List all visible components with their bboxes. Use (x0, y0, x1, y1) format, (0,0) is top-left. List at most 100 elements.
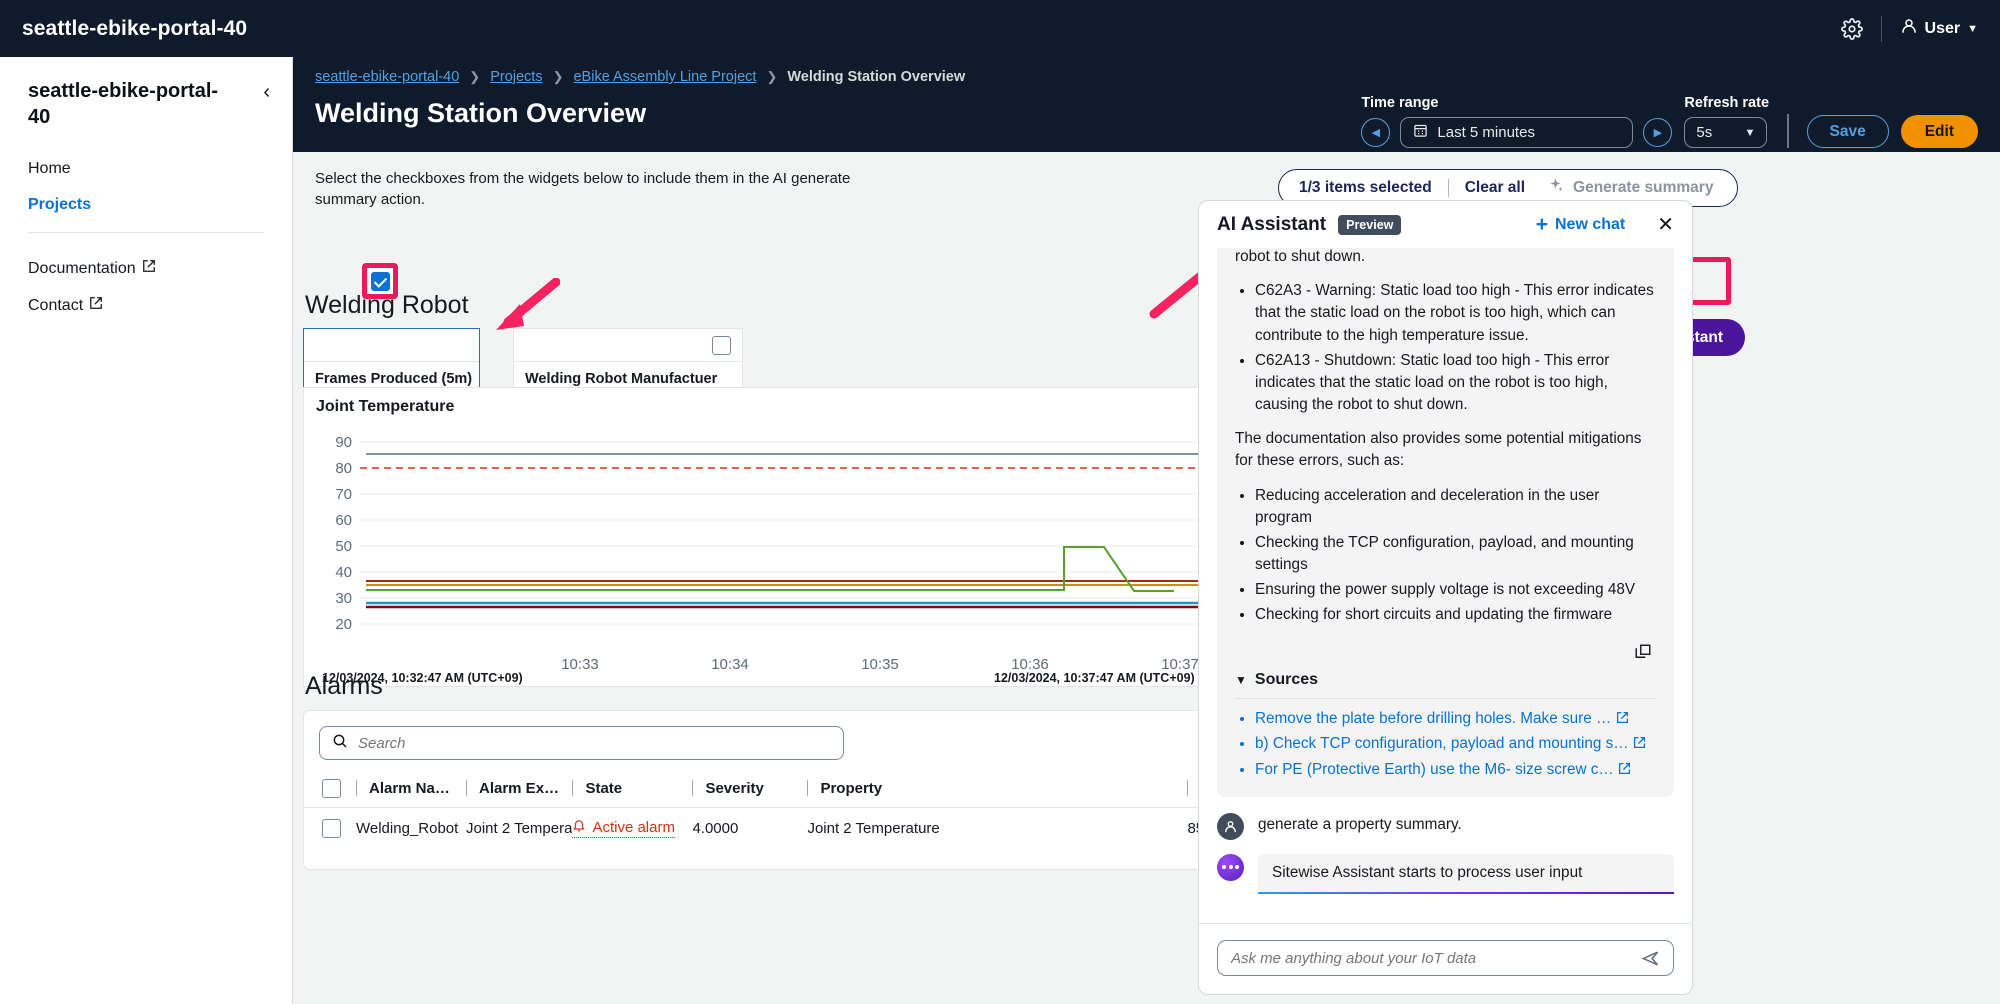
generate-summary-button[interactable]: Generate summary (1525, 177, 1733, 199)
chevron-down-icon: ▼ (1744, 126, 1756, 139)
bot-status-text: Sitewise Assistant starts to process use… (1258, 853, 1674, 892)
calendar-icon (1413, 123, 1428, 142)
widget-label: Frames Produced (5m) (315, 371, 473, 387)
chevron-right-icon: ❯ (469, 69, 481, 84)
cell-state: Active alarm (572, 808, 692, 849)
x-tick-1035: 10:35 (861, 656, 899, 673)
sources-label: Sources (1254, 670, 1319, 688)
widget-label: Welding Robot Manufactuer (525, 371, 718, 387)
ai-panel-title: AI Assistant (1217, 213, 1327, 235)
sidebar-item-label: Projects (28, 196, 92, 214)
refresh-rate-select[interactable]: 5s ▼ (1684, 117, 1768, 148)
column-state[interactable]: State (572, 770, 693, 808)
caret-down-icon: ▼ (1235, 672, 1247, 687)
top-bar: seattle-ebike-portal-40 User ▼ (0, 0, 2000, 57)
copy-icon[interactable] (1235, 633, 1656, 665)
widget-select-checkbox[interactable] (712, 336, 731, 355)
y-tick-50: 50 (335, 538, 352, 555)
column-property[interactable]: Property (807, 770, 1188, 808)
x-tick-1033: 10:33 (561, 656, 599, 673)
source-link[interactable]: b) Check TCP configuration, payload and … (1255, 733, 1656, 755)
sidebar-item-contact[interactable]: Contact (28, 296, 264, 315)
ai-panel-header: AI Assistant Preview + New chat ✕ (1199, 201, 1692, 248)
chevron-right-icon: ❯ (766, 69, 778, 84)
bell-alarm-icon (572, 818, 586, 837)
assistant-avatar-icon (1217, 853, 1244, 881)
alarms-search-box[interactable] (319, 726, 844, 760)
breadcrumb-item-projects[interactable]: Projects (490, 69, 542, 85)
sidebar-collapse-icon[interactable]: ‹ (263, 82, 270, 102)
source-link[interactable]: Remove the plate before drilling holes. … (1255, 708, 1656, 730)
clear-all-button[interactable]: Clear all (1465, 179, 1525, 197)
y-tick-20: 20 (335, 616, 352, 633)
time-range-group: Time range ◀ Last 5 minutes ▶ (1361, 95, 1673, 148)
source-link[interactable]: For PE (Protective Earth) use the M6- si… (1255, 759, 1656, 781)
ask-input-box[interactable] (1217, 940, 1674, 976)
generate-summary-label: Generate summary (1573, 179, 1714, 196)
user-message-row: generate a property summary. (1217, 797, 1674, 840)
user-icon (1900, 17, 1918, 40)
topbar-divider (1880, 15, 1882, 42)
chart-end-timestamp: 12/03/2024, 10:37:47 AM (UTC+09) (994, 671, 1195, 685)
mitigation-bullet-list: Reducing acceleration and deceleration i… (1255, 485, 1656, 627)
x-tick-1034: 10:34 (711, 656, 749, 673)
widget-checkbox-row (304, 329, 479, 362)
column-severity[interactable]: Severity (692, 770, 808, 808)
page-header: seattle-ebike-portal-40 ❯ Projects ❯ eBi… (293, 57, 2000, 152)
preview-badge: Preview (1338, 214, 1402, 235)
breadcrumb-item-portal[interactable]: seattle-ebike-portal-40 (315, 69, 459, 85)
close-icon[interactable]: ✕ (1657, 215, 1674, 235)
external-link-icon (1618, 761, 1631, 778)
new-chat-button[interactable]: + New chat (1536, 214, 1626, 235)
alarms-search-input[interactable] (358, 734, 831, 752)
sidebar-item-home[interactable]: Home (28, 160, 264, 178)
ask-input[interactable] (1231, 949, 1631, 967)
y-tick-90: 90 (335, 434, 352, 451)
main-content: seattle-ebike-portal-40 ❯ Projects ❯ eBi… (293, 57, 2000, 1004)
sources-divider (1235, 697, 1656, 699)
column-alarm-expression[interactable]: Alarm Ex… (466, 770, 573, 808)
send-icon[interactable] (1641, 949, 1660, 968)
user-menu[interactable]: User ▼ (1900, 17, 1978, 40)
y-tick-60: 60 (335, 512, 352, 529)
clipped-top-text: robot to shut down. (1235, 248, 1366, 265)
chart-title: Joint Temperature (316, 398, 455, 415)
sources-toggle[interactable]: ▼ Sources (1235, 671, 1656, 689)
external-link-icon (1633, 735, 1646, 752)
ai-panel-footer (1199, 923, 1692, 994)
ai-chat-body[interactable]: robot to shut down. C62A3 - Warning: Sta… (1199, 248, 1692, 923)
widget-select-checkbox[interactable] (370, 271, 390, 291)
list-item: C62A3 - Warning: Static load too high - … (1255, 280, 1656, 347)
row-checkbox-cell (304, 808, 356, 849)
time-range-select[interactable]: Last 5 minutes (1400, 117, 1634, 148)
widget-checkbox-row (514, 329, 742, 362)
gear-icon[interactable] (1840, 17, 1863, 40)
sidebar-title: seattle-ebike-portal-40 (28, 80, 219, 128)
header-divider (1787, 114, 1789, 148)
y-tick-70: 70 (335, 486, 352, 503)
selection-toolbar: Select the checkboxes from the widgets b… (293, 152, 2000, 230)
sidebar-item-documentation[interactable]: Documentation (28, 259, 264, 278)
user-message-text: generate a property summary. (1258, 815, 1462, 833)
time-range-label: Time range (1361, 95, 1439, 111)
save-button[interactable]: Save (1806, 115, 1889, 148)
section-title-alarms: Alarms (305, 672, 383, 700)
y-tick-80: 80 (335, 460, 352, 477)
time-range-next-button[interactable]: ▶ (1643, 118, 1673, 147)
sidebar-item-projects[interactable]: Projects (28, 196, 264, 214)
user-label: User (1924, 19, 1961, 37)
new-chat-label: New chat (1554, 215, 1626, 233)
portal-brand: seattle-ebike-portal-40 (22, 16, 248, 40)
edit-button[interactable]: Edit (1900, 115, 1978, 148)
status-badge: Active alarm (572, 818, 675, 838)
alarms-select-all-checkbox[interactable] (322, 779, 341, 798)
breadcrumb: seattle-ebike-portal-40 ❯ Projects ❯ eBi… (315, 69, 1978, 85)
list-item: Ensuring the power supply voltage is not… (1255, 579, 1656, 601)
column-alarm-name[interactable]: Alarm Na… (356, 770, 466, 808)
plus-icon: + (1535, 213, 1548, 236)
breadcrumb-item-project[interactable]: eBike Assembly Line Project (573, 69, 756, 85)
ai-assistant-panel: AI Assistant Preview + New chat ✕ robot … (1198, 200, 1693, 995)
time-range-prev-button[interactable]: ◀ (1361, 118, 1391, 147)
pill-divider (1447, 179, 1449, 197)
alarms-row-checkbox[interactable] (322, 818, 341, 838)
